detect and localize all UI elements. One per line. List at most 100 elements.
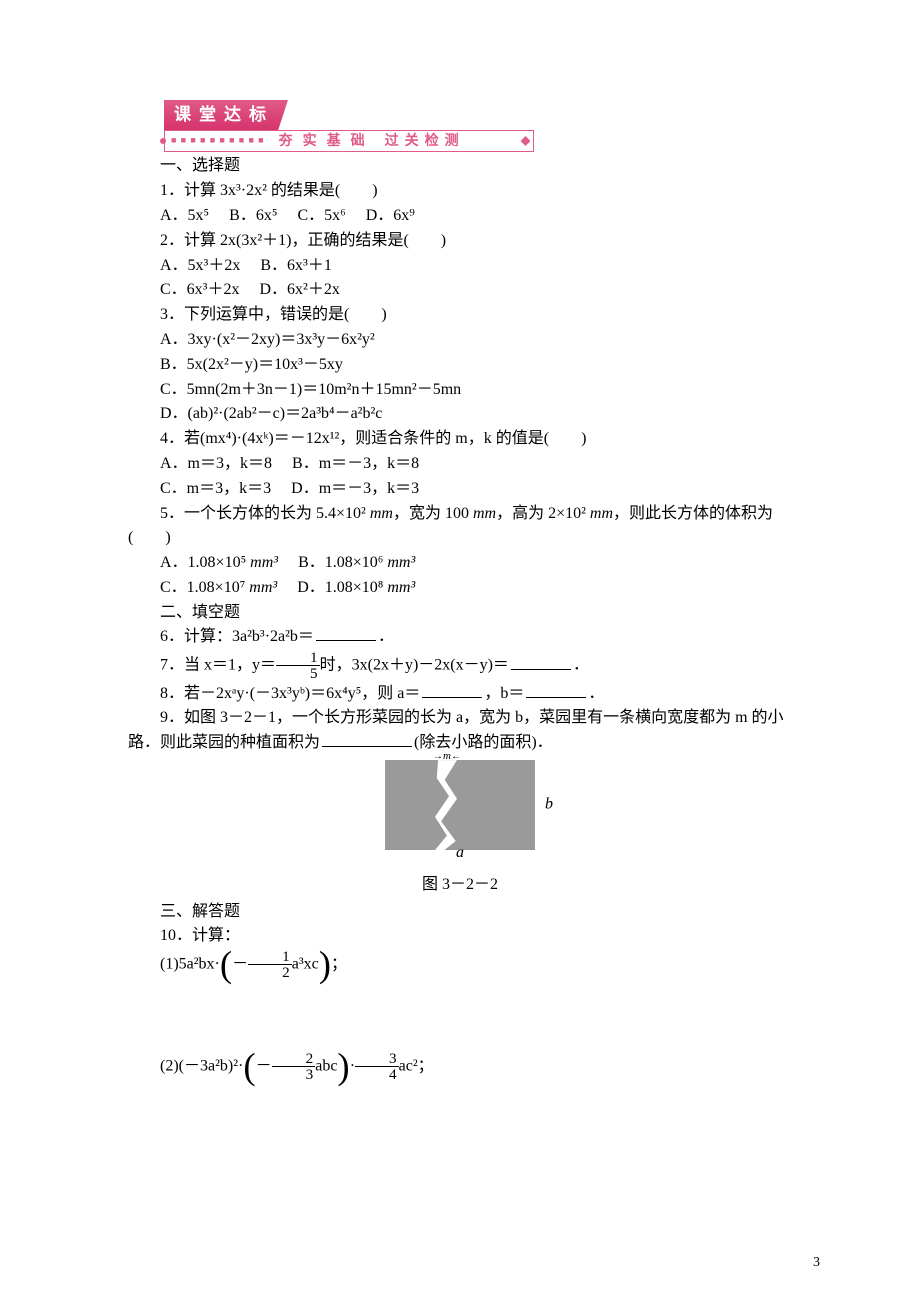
q10-1-tail: ；	[331, 956, 347, 973]
q2-c: C．6x³＋2x	[160, 281, 239, 298]
q6-pre: 6．计算：3a²b³·2a²b＝	[160, 628, 314, 645]
frac-den: 4	[355, 1066, 399, 1082]
frac-num: 2	[272, 1051, 316, 1066]
q4-stem: 4．若(mx⁴)·(4xᵏ)＝－12x¹²，则适合条件的 m，k 的值是( )	[128, 427, 792, 452]
arrow-left-icon: ←	[451, 749, 461, 765]
q5-d: D．1.08×10⁸	[297, 579, 387, 596]
fill-blank	[526, 682, 586, 698]
left-paren-icon: (	[220, 944, 232, 985]
frac-den: 2	[248, 964, 292, 980]
fraction-icon: 15	[276, 650, 320, 681]
fraction-icon: 23	[272, 1051, 316, 1082]
frac-num: 3	[355, 1051, 399, 1066]
right-paren-icon: )	[319, 944, 331, 985]
q5-d-unit: mm³	[387, 579, 415, 596]
frac-num: 1	[248, 949, 292, 964]
fraction-icon: 12	[248, 949, 292, 980]
q5-unit3a: mm	[590, 505, 613, 522]
q5-unit1: mm	[370, 505, 393, 522]
frac-den: 5	[276, 665, 320, 681]
q5-stem: 5．一个长方体的长为 5.4×10² mm，宽为 100 mm，高为 2×10²…	[128, 502, 792, 527]
q10-2-tail: ；	[418, 1057, 434, 1074]
q2-b: B．6x³＋1	[260, 257, 331, 274]
q3-a: A．3xy·(x²－2xy)＝3x³y－6x²y²	[128, 328, 792, 353]
figure-caption: 图 3－2－2	[128, 873, 792, 898]
q6: 6．计算：3a²b³·2a²b＝ ．	[128, 625, 792, 650]
figure-label-b: b	[545, 793, 553, 818]
q10-2a-mid: abc	[315, 1057, 337, 1074]
q7-tail: ．	[573, 657, 589, 674]
q5-mid2: ，高为 2×10²	[496, 505, 590, 522]
q5-ab: A．1.08×10⁵ mm³ B．1.08×10⁶ mm³	[128, 551, 792, 576]
banner-subtitle: ■ ■ ■ ■ ■ ■ ■ ■ ■ ■ 夯实基础 过关检测	[164, 130, 534, 152]
q3-d: D．(ab)²·(2ab²－c)＝2a³b⁴－a²b²c	[128, 402, 792, 427]
q5-b: B．1.08×10⁶	[298, 554, 387, 571]
figure-wrap: → m ← b a 图 3－2－2	[128, 760, 792, 898]
q4-b: B．m＝－3，k＝8	[292, 455, 419, 472]
q5-c: C．1.08×10⁷	[160, 579, 249, 596]
dot-icon	[160, 138, 166, 144]
q10-2b-mid: ac²	[399, 1057, 418, 1074]
q10-1-pre: (1)5a²bx·	[160, 956, 220, 973]
q5-mid1: ，宽为 100	[393, 505, 473, 522]
q7: 7．当 x＝1，y＝15时，3x(2x＋y)－2x(x－y)＝ ．	[128, 650, 792, 681]
q5-b-unit: mm³	[387, 554, 415, 571]
q10-2-pre: (2)(－3a²b)²·	[160, 1057, 243, 1074]
q5-pre: 5．一个长方体的长为 5.4×10²	[160, 505, 370, 522]
q2-ab: A．5x³＋2x B．6x³＋1	[128, 254, 792, 279]
q9-l2-pre: 路．则此菜园的种植面积为	[128, 734, 320, 751]
path-shape-icon	[435, 760, 457, 850]
q1-a: A．5x⁵	[160, 207, 209, 224]
q7-pre: 7．当 x＝1，y＝	[160, 657, 276, 674]
q1-options: A．5x⁵ B．6x⁵ C．5x⁶ D．6x⁹	[128, 204, 792, 229]
q8: 8．若－2xᵃy·(－3x³yᵇ)＝6x⁴y⁵，则 a＝，b＝．	[128, 682, 792, 707]
q9-line1: 9．如图 3－2－1，一个长方形菜园的长为 a，宽为 b，菜园里有一条横向宽度都…	[128, 706, 792, 731]
q5-c-unit: mm³	[249, 579, 277, 596]
label-m: m	[443, 748, 451, 765]
q3-b: B．5x(2x²－y)＝10x³－5xy	[128, 353, 792, 378]
q5-tail: ( )	[128, 526, 792, 551]
q1-b: B．6x⁵	[229, 207, 277, 224]
spacer	[128, 981, 792, 1051]
q2-stem: 2．计算 2x(3x²＋1)，正确的结果是( )	[128, 229, 792, 254]
q8-mid: ，b＝	[484, 685, 524, 702]
diamond-icon	[521, 136, 531, 146]
q10-1-mid: a³xc	[292, 956, 319, 973]
q3-stem: 3．下列运算中，错误的是( )	[128, 303, 792, 328]
banner-title: 课堂达标	[164, 100, 288, 130]
fill-blank	[322, 731, 412, 747]
q5-unit2: mm	[473, 505, 496, 522]
left-paren-icon: (	[243, 1045, 255, 1086]
q7-mid: 时，3x(2x＋y)－2x(x－y)＝	[320, 657, 509, 674]
fill-blank	[511, 654, 571, 670]
section-3-title: 三、解答题	[128, 900, 792, 925]
q4-d: D．m＝－3，k＝3	[291, 480, 419, 497]
q4-c: C．m＝3，k＝3	[160, 480, 271, 497]
figure-label-m: → m ←	[433, 748, 461, 765]
q3-c: C．5mn(2m＋3n－1)＝10m²n＋15mn²－5mn	[128, 378, 792, 403]
q6-tail: ．	[378, 628, 394, 645]
q1-d: D．6x⁹	[366, 207, 415, 224]
section-1-title: 一、选择题	[128, 154, 792, 179]
q4-a: A．m＝3，k＝8	[160, 455, 272, 472]
q4-ab: A．m＝3，k＝8 B．m＝－3，k＝8	[128, 452, 792, 477]
q1-stem: 1．计算 3x³·2x² 的结果是( )	[128, 179, 792, 204]
section-banner: 课堂达标 ■ ■ ■ ■ ■ ■ ■ ■ ■ ■ 夯实基础 过关检测	[164, 100, 792, 152]
fraction-icon: 34	[355, 1051, 399, 1082]
q8-pre: 8．若－2xᵃy·(－3x³yᵇ)＝6x⁴y⁵，则 a＝	[160, 685, 420, 702]
page-number: 3	[813, 1252, 820, 1274]
figure-3-2-2: → m ← b a	[385, 760, 535, 850]
q4-cd: C．m＝3，k＝3 D．m＝－3，k＝3	[128, 477, 792, 502]
q5-post: ，则此长方体的体积为	[613, 505, 773, 522]
q5-a: A．1.08×10⁵	[160, 554, 250, 571]
figure-label-a: a	[456, 841, 464, 866]
section-2-title: 二、填空题	[128, 601, 792, 626]
q1-c: C．5x⁶	[297, 207, 345, 224]
banner-sub2: 过关检测	[385, 131, 465, 153]
square-pattern-icon: ■ ■ ■ ■ ■ ■ ■ ■ ■ ■	[171, 134, 265, 148]
banner-sub1: 夯实基础	[279, 131, 375, 153]
frac-den: 3	[272, 1066, 316, 1082]
q2-cd: C．6x³＋2x D．6x²＋2x	[128, 278, 792, 303]
q10-2: (2)(－3a²b)²·(－23abc)·34ac²；	[128, 1051, 792, 1082]
q2-a: A．5x³＋2x	[160, 257, 240, 274]
